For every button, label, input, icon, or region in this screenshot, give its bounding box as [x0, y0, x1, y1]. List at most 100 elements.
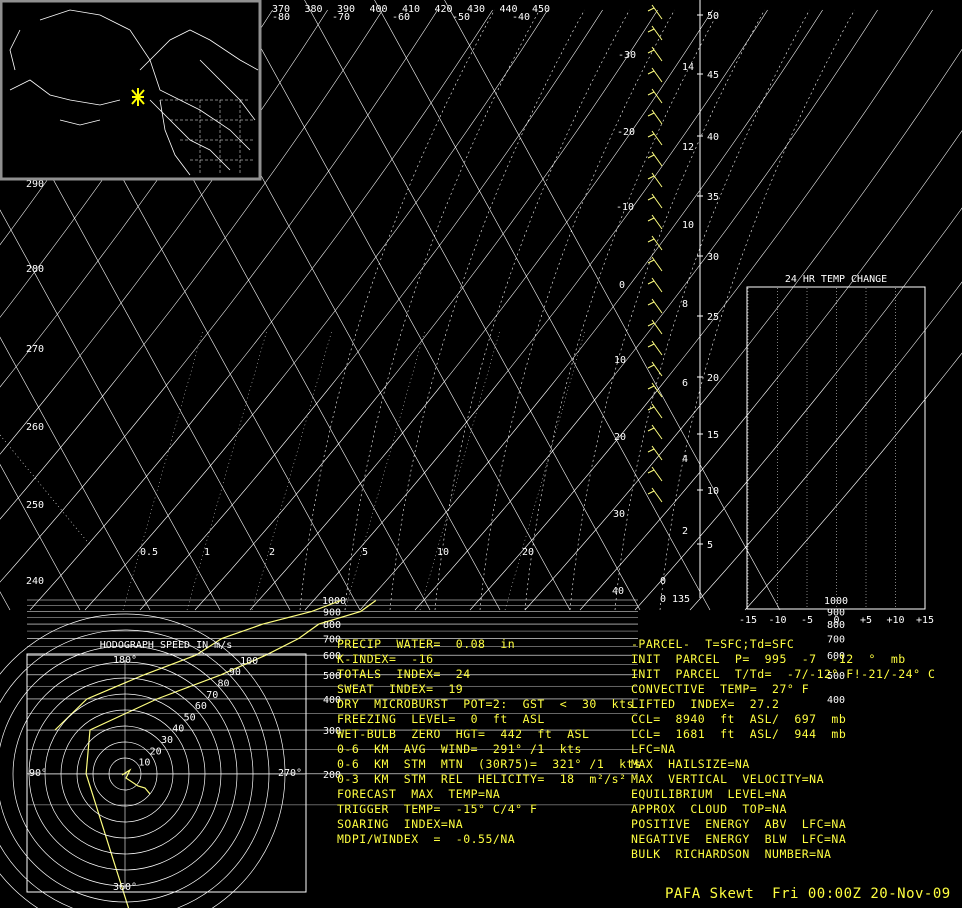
height-km-label: 6: [682, 378, 688, 389]
index-line: SWEAT INDEX= 19: [337, 682, 464, 696]
theta-label: 260: [26, 422, 44, 433]
indices-right-panel: -PARCEL- T=SFC;Td=SFC INIT PARCEL P= 995 …: [631, 637, 935, 862]
wind-barb: [647, 259, 655, 264]
wind-barb: [647, 133, 655, 138]
temp-change-x-label: -5: [801, 615, 813, 626]
theta-label: 290: [26, 179, 44, 190]
height-kft-label: 30: [707, 252, 719, 263]
hodograph-dir-right: 270°: [278, 768, 302, 779]
mixing-ratio-lines: 0.5 1 2 5 10 20: [0, 329, 586, 611]
wind-barb: [651, 25, 663, 41]
moist-adiabats: [299, 9, 855, 611]
height-km-label: 12: [682, 142, 694, 153]
index-line: CCL= 8940 ft ASL/ 697 mb: [631, 712, 847, 726]
moist-adiabat-line: [569, 9, 765, 611]
top-celsius-label: -40: [512, 12, 530, 23]
mixing-ratio-label: 10: [437, 547, 449, 558]
temp-change-x-label: +5: [860, 615, 872, 626]
wind-barb: [647, 196, 655, 201]
hodograph-ring-label: 50: [184, 712, 196, 723]
top-celsius-label: -80: [272, 12, 290, 23]
dry-adiabat-line: [634, 207, 962, 611]
index-line: MDPI/WINDEX = -0.55/NA: [337, 832, 516, 846]
wind-barb: [651, 151, 663, 167]
index-line: -PARCEL- T=SFC;Td=SFC: [631, 637, 795, 651]
dry-adiabat-line: [194, 9, 658, 611]
wind-barb: [647, 154, 655, 159]
index-line: FORECAST MAX TEMP=NA: [337, 787, 501, 801]
hodograph-ring-label: 70: [206, 690, 218, 701]
wind-barb: [647, 469, 655, 474]
wind-barb: [647, 385, 655, 390]
mixing-ratio-line: [344, 329, 426, 611]
moist-adiabat-line: [344, 9, 540, 611]
wind-barb: [647, 322, 655, 327]
hodograph-ring-label: 80: [218, 678, 230, 689]
theta-label: 270: [26, 344, 44, 355]
wind-barb: [647, 490, 655, 495]
hodograph-ring-label: 10: [138, 758, 150, 769]
inset-map: [0, 0, 262, 181]
mixing-ratio-line: [0, 434, 91, 546]
height-kft-label: 40: [707, 132, 719, 143]
height-kft-label: 25: [707, 312, 719, 323]
footer-title: PAFA Skewt Fri 00:00Z 20-Nov-09: [665, 886, 951, 902]
index-line: FREEZING LEVEL= 0 ft ASL: [337, 712, 545, 726]
wind-barb: [651, 340, 663, 356]
dry-adiabat-line: [579, 130, 962, 611]
wind-barb: [651, 130, 663, 146]
height-km-label: 10: [682, 220, 694, 231]
index-line: BULK RICHARDSON NUMBER=NA: [631, 847, 832, 861]
temp-change-x-label: -15: [739, 615, 757, 626]
index-line: LIFTED INDEX= 27.2: [631, 697, 780, 711]
wind-barb: [651, 298, 663, 314]
isotherm-line: [304, 0, 641, 611]
moist-adiabat-line: [614, 9, 810, 611]
wind-barb: [651, 109, 663, 125]
wind-barb: [651, 487, 663, 503]
wind-barb: [647, 406, 655, 411]
hodograph-dir-top: 180°: [113, 655, 137, 666]
index-line: EQUILIBRIUM LEVEL=NA: [631, 787, 787, 801]
index-line: 0-6 KM STM MTN (30R75)= 321° /1 kts: [337, 757, 642, 771]
isotherm-label: -20: [617, 127, 635, 138]
hodograph-ring-label: 40: [172, 724, 184, 735]
index-line: INIT PARCEL P= 995 -7 -12 ° mb: [631, 652, 906, 666]
index-line: LCL= 1681 ft ASL/ 944 mb: [631, 727, 847, 741]
hodograph-ring-label: 90: [229, 667, 241, 678]
wind-barb: [651, 403, 663, 419]
moist-adiabat-line: [479, 9, 675, 611]
height-axis: 50 45 40 35 30 25 20 15 10 5 14 12 10 8 6 4 2 135: [672, 0, 719, 605]
wind-barb: [651, 172, 663, 188]
indices-left-panel: PRECIP WATER= 0.08 in K-INDEX= -16 TOTALS …: [337, 637, 641, 847]
temp-change-x-label: +10: [886, 615, 904, 626]
temp-change-y-label: 900: [827, 607, 845, 618]
isotherm-label: 0: [619, 280, 625, 291]
wind-barb: [647, 91, 655, 96]
mixing-ratio-label: 1: [204, 547, 210, 558]
wind-barb: [647, 280, 655, 285]
height-kft-label: 35: [707, 192, 719, 203]
wind-barb: [651, 88, 663, 104]
mixing-ratio-line: [419, 329, 501, 611]
wind-barb: [647, 427, 655, 432]
mixing-ratio-label: 20: [522, 547, 534, 558]
mixing-ratio-line: [122, 329, 204, 611]
height-kft-label: 10: [707, 486, 719, 497]
wind-barb: [651, 235, 663, 251]
index-line: DRY MICROBURST POT=2: GST < 30 kts: [337, 697, 634, 711]
theta-label: 240: [26, 576, 44, 587]
isotherm-label: -10: [616, 202, 634, 213]
wind-barb: [647, 238, 655, 243]
hodograph-dir-left: 90°: [29, 768, 47, 779]
bottom-right-label: 135: [672, 594, 690, 605]
isotherm-label: -30: [618, 50, 636, 61]
wind-barb: [647, 112, 655, 117]
index-line: SOARING INDEX=NA: [337, 817, 464, 831]
mixing-ratio-label: 5: [362, 547, 368, 558]
index-line: TOTALS INDEX= 24: [337, 667, 471, 681]
hodograph-title: HODOGRAPH SPEED IN m/s: [100, 640, 232, 651]
wind-barb: [651, 256, 663, 272]
mixing-ratio-line: [251, 329, 333, 611]
index-line: TRIGGER TEMP= -15° C/4° F: [337, 802, 538, 816]
